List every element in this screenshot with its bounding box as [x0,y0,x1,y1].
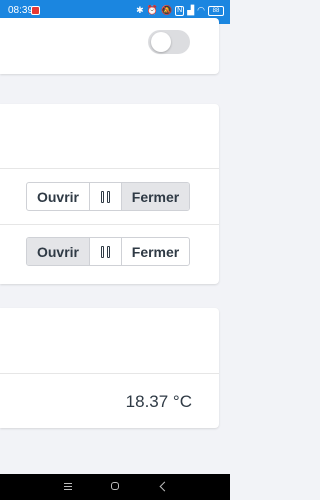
pause-icon [100,190,111,203]
row-divider [0,373,219,374]
shutter-1-stop-button[interactable] [89,183,122,210]
status-icons: ✱ ⏰ 🔕 N ▟ ◠ 88 [136,4,224,18]
shutter-2-close-button[interactable]: Fermer [122,238,189,265]
row-divider [0,224,219,225]
bluetooth-icon: ✱ [136,6,144,16]
status-time: 08:39 [8,5,34,16]
menu-icon[interactable] [64,483,72,492]
shutter-2-stop-button[interactable] [89,238,122,265]
wifi-icon: ◠ [197,6,205,16]
shutter-1-controls: Ouvrir Fermer [26,182,190,211]
temperature-value: 18.37 °C [125,392,192,411]
shutter-1-close-button[interactable]: Fermer [122,183,189,210]
notification-icon [31,6,40,15]
pause-icon [100,245,111,258]
shutter-1-open-button[interactable]: Ouvrir [27,183,89,210]
home-icon[interactable] [111,482,119,490]
shutter-2-open-button[interactable]: Ouvrir [27,238,89,265]
mute-icon: 🔕 [160,6,173,16]
back-icon[interactable] [159,481,170,492]
toggle-knob [151,32,171,52]
alarm-icon: ⏰ [146,6,158,16]
signal-icon: ▟ [187,6,195,16]
battery-icon: 88 [208,6,224,16]
nfc-icon: N [175,6,185,16]
row-divider [0,168,219,169]
navigation-bar [0,474,230,500]
shutter-2-controls: Ouvrir Fermer [26,237,190,266]
toggle-switch[interactable] [148,30,190,54]
